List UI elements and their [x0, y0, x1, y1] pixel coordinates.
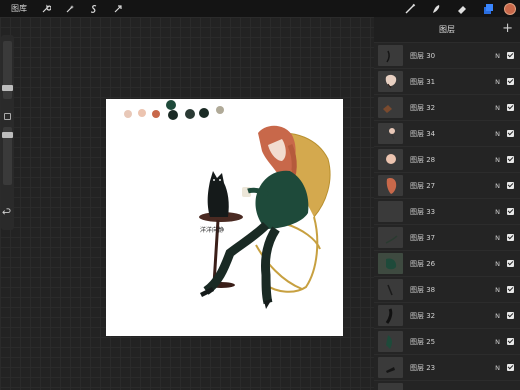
layer-thumbnail: [378, 331, 403, 352]
layer-thumbnail: [378, 201, 403, 222]
signature: 洋洋向静: [200, 226, 224, 234]
eraser-icon[interactable]: [454, 1, 469, 16]
layers-icon[interactable]: [480, 1, 495, 16]
layer-row[interactable]: 图层 34 N: [374, 120, 520, 146]
blend-mode-button[interactable]: N: [495, 104, 500, 112]
layer-thumbnail: [378, 305, 403, 326]
layer-visibility-checkbox[interactable]: [507, 286, 514, 293]
layer-thumbnail: [378, 149, 403, 170]
gallery-button[interactable]: 图库: [11, 3, 27, 14]
layer-row[interactable]: 图层 25 N: [374, 328, 520, 354]
layer-thumbnail: [378, 279, 403, 300]
layer-list: 图层 30 N 图层 31 N 图层 32 N 图层 34 N 图层 28 N 图层 27 N 图层 3…: [374, 42, 520, 390]
layer-name: 图层 31: [410, 77, 436, 86]
layer-name: 图层 34: [410, 129, 436, 138]
blend-mode-button[interactable]: N: [495, 130, 500, 138]
selection-s-icon[interactable]: [87, 2, 101, 16]
opacity-handle[interactable]: [2, 132, 13, 138]
current-color-button[interactable]: [504, 2, 516, 15]
color-palette: [124, 100, 224, 120]
layer-row[interactable]: 图层 30 N: [374, 42, 520, 68]
layer-thumbnail: [378, 357, 403, 378]
modify-button[interactable]: [4, 113, 11, 120]
layer-row[interactable]: 图层 28 N: [374, 146, 520, 172]
blend-mode-button[interactable]: N: [495, 312, 500, 320]
layer-visibility-checkbox[interactable]: [507, 130, 514, 137]
layer-visibility-checkbox[interactable]: [507, 156, 514, 163]
layer-thumbnail: [378, 97, 403, 118]
layer-name: 图层 30: [410, 51, 436, 60]
layer-row[interactable]: 图层 37 N: [374, 224, 520, 250]
layer-thumbnail: [378, 71, 403, 92]
blend-mode-button[interactable]: N: [495, 52, 500, 60]
layer-thumbnail: [378, 253, 403, 274]
black-cat: [207, 171, 229, 217]
transform-arrow-icon[interactable]: [111, 2, 125, 16]
layers-title: 图层: [439, 25, 455, 34]
layer-row[interactable]: 图层 33 N: [374, 198, 520, 224]
smudge-icon[interactable]: [428, 1, 443, 16]
blend-mode-button[interactable]: N: [495, 234, 500, 242]
blend-mode-button[interactable]: N: [495, 182, 500, 190]
brush-icon[interactable]: [402, 1, 417, 16]
layer-visibility-checkbox[interactable]: [507, 208, 514, 215]
add-layer-button[interactable]: +: [502, 22, 513, 35]
blend-mode-button[interactable]: N: [495, 208, 500, 216]
layer-row[interactable]: 图层 26 N: [374, 250, 520, 276]
layer-thumbnail: [378, 45, 403, 66]
layer-name: 图层 27: [410, 181, 436, 190]
layer-thumbnail: [378, 175, 403, 196]
layer-visibility-checkbox[interactable]: [507, 338, 514, 345]
layer-row[interactable]: 图层 32 N: [374, 302, 520, 328]
blend-mode-button[interactable]: N: [495, 338, 500, 346]
layer-visibility-checkbox[interactable]: [507, 52, 514, 59]
layer-name: 图层 25: [410, 337, 436, 346]
undo-icon[interactable]: [2, 201, 13, 215]
brush-size-handle[interactable]: [2, 85, 13, 91]
layer-visibility-checkbox[interactable]: [507, 104, 514, 111]
blend-mode-button[interactable]: N: [495, 364, 500, 372]
layer-row[interactable]: 图层 38 N: [374, 276, 520, 302]
layer-thumbnail: [378, 383, 403, 390]
magic-wand-icon[interactable]: [63, 2, 77, 16]
layer-name: 图层 26: [410, 259, 436, 268]
layer-row[interactable]: 图层 27 N: [374, 172, 520, 198]
layer-row[interactable]: 图层 31 N: [374, 68, 520, 94]
layers-panel: 图层 + 图层 30 N 图层 31 N 图层 32 N 图层 34 N 图层 28 N 图层 27…: [374, 17, 520, 390]
layer-row[interactable]: 图层 24N: [374, 380, 520, 390]
blend-mode-button[interactable]: N: [495, 260, 500, 268]
layer-thumbnail: [378, 227, 403, 248]
artwork-illustration: 洋洋向静: [124, 100, 331, 309]
blend-mode-button[interactable]: N: [495, 156, 500, 164]
layer-visibility-checkbox[interactable]: [507, 182, 514, 189]
layer-name: 图层 33: [410, 207, 436, 216]
layers-header: 图层 +: [374, 17, 520, 42]
layer-row[interactable]: 图层 32 N: [374, 94, 520, 120]
left-sidebar: [1, 35, 14, 230]
layer-visibility-checkbox[interactable]: [507, 364, 514, 371]
wrench-icon[interactable]: [39, 2, 53, 16]
redo-icon[interactable]: [2, 215, 13, 225]
blend-mode-button[interactable]: N: [495, 286, 500, 294]
layer-name: 图层 23: [410, 363, 436, 372]
blend-mode-button[interactable]: N: [495, 78, 500, 86]
layer-row[interactable]: 图层 23 N: [374, 354, 520, 380]
layer-name: 图层 32: [410, 311, 436, 320]
layer-visibility-checkbox[interactable]: [507, 260, 514, 267]
layer-name: 图层 37: [410, 233, 436, 242]
layer-name: 图层 38: [410, 285, 436, 294]
layer-visibility-checkbox[interactable]: [507, 312, 514, 319]
layer-visibility-checkbox[interactable]: [507, 234, 514, 241]
layer-name: 图层 28: [410, 155, 436, 164]
layer-thumbnail: [378, 123, 403, 144]
drawing-canvas[interactable]: 洋洋向静: [106, 99, 343, 336]
layer-name: 图层 32: [410, 103, 436, 112]
layer-visibility-checkbox[interactable]: [507, 78, 514, 85]
top-toolbar: 图库: [0, 0, 520, 17]
